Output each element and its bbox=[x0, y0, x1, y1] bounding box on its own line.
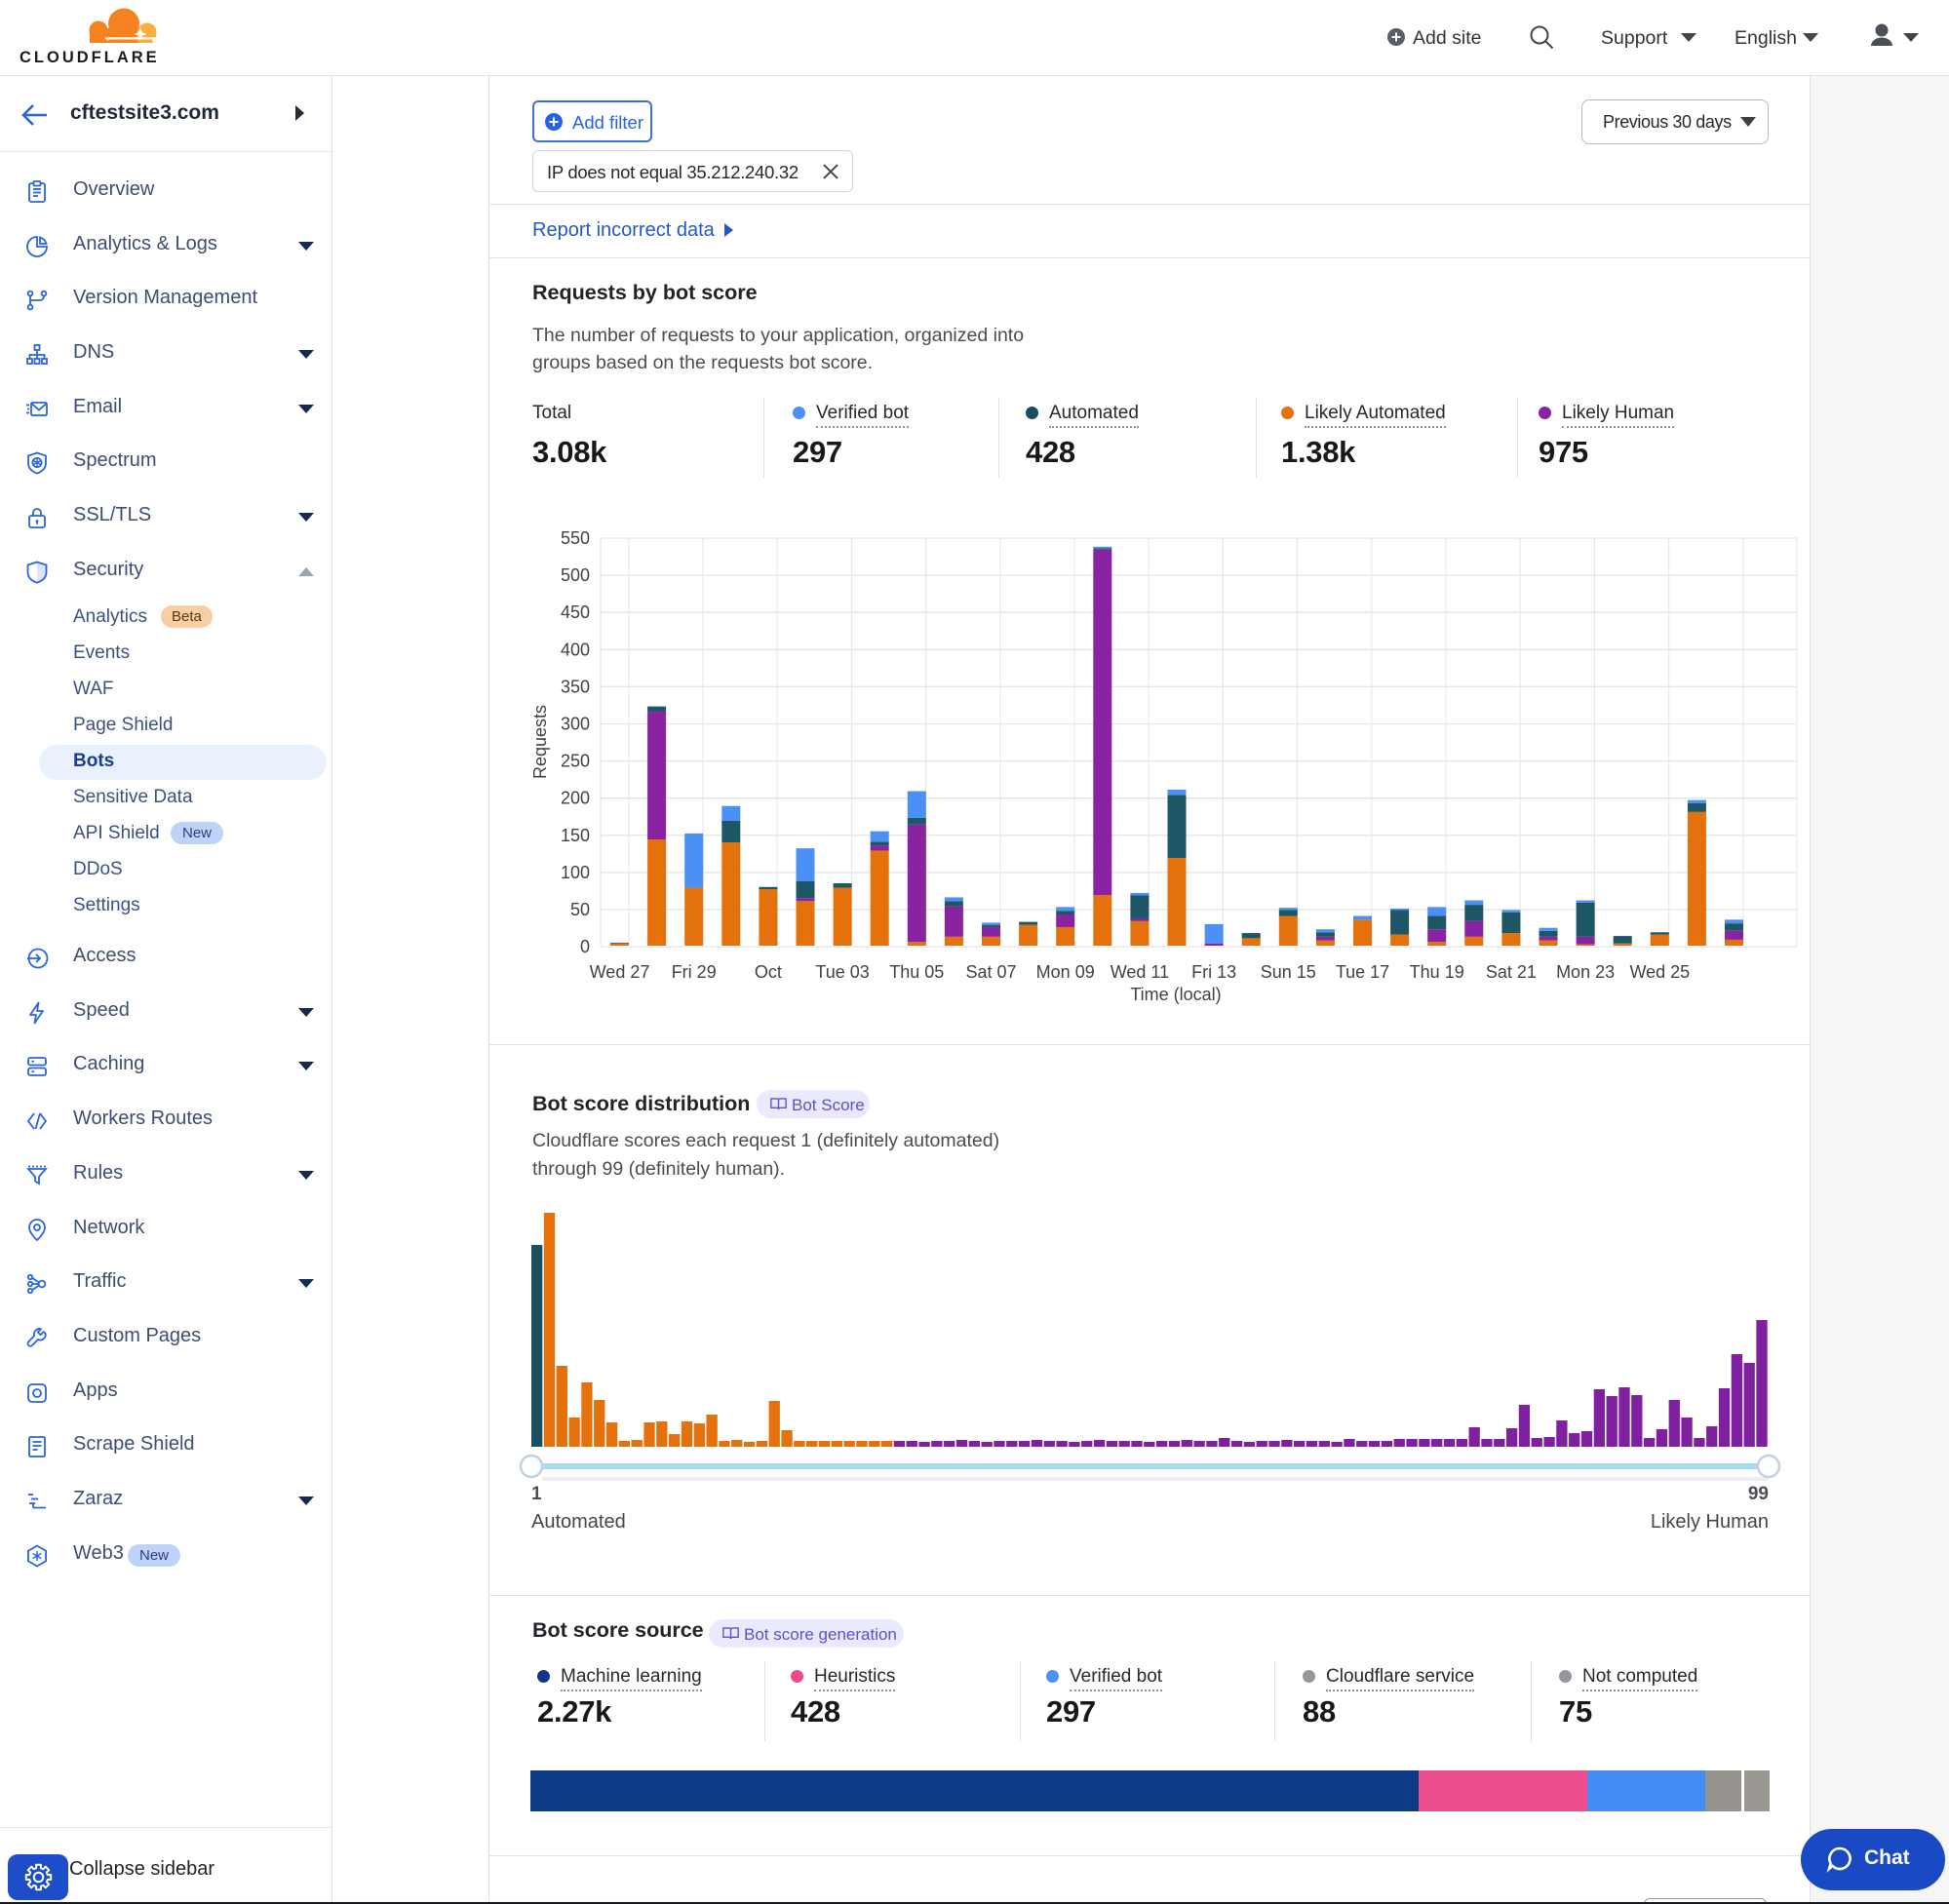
svg-text:500: 500 bbox=[561, 565, 590, 585]
svg-text:Sat 21: Sat 21 bbox=[1486, 962, 1537, 982]
svg-text:CLOUDFLARE: CLOUDFLARE bbox=[19, 49, 160, 66]
svg-text:Support: Support bbox=[1601, 27, 1668, 49]
svg-text:450: 450 bbox=[561, 602, 590, 622]
svg-text:Sat 07: Sat 07 bbox=[965, 962, 1016, 982]
svg-text:1: 1 bbox=[531, 1484, 542, 1504]
svg-text:Tue 17: Tue 17 bbox=[1336, 962, 1389, 982]
svg-text:Mon 23: Mon 23 bbox=[1556, 962, 1615, 982]
svg-text:Thu 19: Thu 19 bbox=[1410, 962, 1464, 982]
svg-text:300: 300 bbox=[561, 715, 590, 734]
svg-text:Requests: Requests bbox=[530, 705, 550, 779]
svg-text:250: 250 bbox=[561, 752, 590, 771]
svg-text:Wed 25: Wed 25 bbox=[1629, 962, 1690, 982]
svg-text:Fri 29: Fri 29 bbox=[672, 962, 717, 982]
svg-text:Sun 15: Sun 15 bbox=[1261, 962, 1316, 982]
svg-text:400: 400 bbox=[561, 640, 590, 659]
svg-text:Fri 13: Fri 13 bbox=[1191, 962, 1236, 982]
svg-text:Time (local): Time (local) bbox=[1130, 985, 1221, 1004]
svg-text:Tue 03: Tue 03 bbox=[815, 962, 869, 982]
svg-text:Automated: Automated bbox=[531, 1511, 626, 1533]
svg-text:Likely Human: Likely Human bbox=[1651, 1511, 1769, 1533]
svg-text:99: 99 bbox=[1748, 1484, 1769, 1504]
svg-text:350: 350 bbox=[561, 677, 590, 696]
svg-text:0: 0 bbox=[580, 937, 590, 956]
svg-text:Wed 27: Wed 27 bbox=[590, 962, 650, 982]
svg-text:200: 200 bbox=[561, 789, 590, 808]
svg-text:Oct: Oct bbox=[755, 962, 782, 982]
svg-text:550: 550 bbox=[561, 528, 590, 548]
svg-text:Wed 11: Wed 11 bbox=[1111, 962, 1169, 982]
svg-text:Mon 09: Mon 09 bbox=[1036, 962, 1095, 982]
svg-text:100: 100 bbox=[561, 863, 590, 882]
svg-text:English: English bbox=[1735, 27, 1797, 49]
svg-text:150: 150 bbox=[561, 826, 590, 845]
svg-text:50: 50 bbox=[570, 900, 590, 919]
svg-text:Add site: Add site bbox=[1413, 27, 1481, 49]
svg-text:Thu 05: Thu 05 bbox=[889, 962, 944, 982]
